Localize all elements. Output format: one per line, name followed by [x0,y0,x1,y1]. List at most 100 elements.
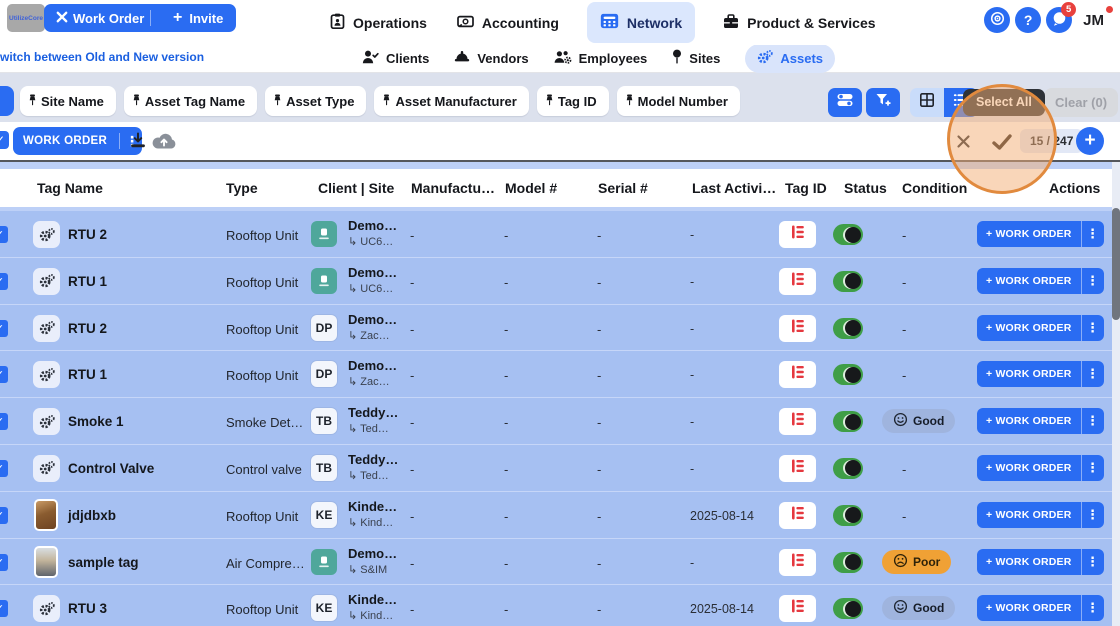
filter-chip-asset-tag-name[interactable]: Asset Tag Name [123,86,258,116]
row-work-order-button[interactable]: + WORK ORDER ⋮ [977,548,1104,575]
row-menu-icon[interactable]: ⋮ [1080,408,1104,435]
status-toggle[interactable] [833,598,863,620]
table-row[interactable]: ✓ RTU 1 Rooftop Unit DP Demo… ↳ Zac… - -… [0,351,1112,399]
row-checkbox[interactable]: ✓ [0,272,8,290]
vertical-scrollbar[interactable] [1112,162,1120,626]
asset-photo[interactable] [34,498,58,531]
nav-item-operations[interactable]: Operations [328,2,429,43]
status-toggle[interactable] [833,224,863,245]
tag-name-cell[interactable]: RTU 2 [68,321,107,336]
row-menu-icon[interactable]: ⋮ [1080,267,1104,294]
row-menu-icon[interactable]: ⋮ [1080,548,1104,575]
target-button[interactable] [984,7,1011,33]
status-toggle[interactable] [833,317,863,339]
tab-assets[interactable]: Assets [745,43,836,73]
work-order-button[interactable]: Work Order ⋮ [44,4,180,32]
table-row[interactable]: ✓ jdjdbxb Rooftop Unit KE Kinde… ↳ Kind…… [0,491,1112,539]
filter-chip-site-name[interactable]: Site Name [20,86,116,116]
row-checkbox[interactable]: ✓ [0,553,8,571]
tag-name-cell[interactable]: Smoke 1 [68,414,124,429]
row-checkbox[interactable]: ✓ [0,319,8,337]
status-toggle[interactable] [833,411,863,433]
tag-id-button[interactable] [779,548,816,576]
grid-view-button[interactable] [910,88,944,117]
row-checkbox[interactable]: ✓ [0,506,8,524]
scrolled-filter-chip[interactable] [0,86,14,116]
tag-id-button[interactable] [779,314,816,342]
tag-id-button[interactable] [779,408,816,436]
table-row[interactable]: ✓ RTU 2 Rooftop Unit DP Demo… ↳ Zac… - -… [0,304,1112,352]
add-filter-button[interactable] [866,88,900,117]
status-toggle[interactable] [833,364,863,386]
user-avatar[interactable]: JM [1077,5,1113,33]
table-row[interactable]: ✓ RTU 2 Rooftop Unit Demo… ↳ UC6… - - - … [0,211,1112,258]
tag-id-button[interactable] [779,595,816,623]
add-asset-button[interactable]: + [1076,127,1104,155]
table-row[interactable]: ✓ Smoke 1 Smoke Det… TB Teddy… ↳ Ted… - … [0,398,1112,445]
tag-name-cell[interactable]: RTU 1 [68,367,107,382]
nav-item-accounting[interactable]: Accounting [455,3,561,43]
row-menu-icon[interactable]: ⋮ [1080,454,1104,481]
table-row[interactable]: ✓ Control Valve Control valve TB Teddy… … [0,444,1112,492]
invite-button[interactable]: + Invite [160,4,237,32]
nav-item-network[interactable]: Network [586,2,696,43]
tag-name-cell[interactable]: jdjdbxb [68,508,116,523]
tag-name-cell[interactable]: RTU 2 [68,227,107,242]
filter-chip-asset-type[interactable]: Asset Type [265,86,367,116]
row-work-order-button[interactable]: + WORK ORDER ⋮ [977,361,1104,388]
row-checkbox[interactable]: ✓ [0,366,8,384]
row-menu-icon[interactable]: ⋮ [1080,501,1104,528]
filter-chip-model-number[interactable]: Model Number [616,86,740,116]
tag-name-cell[interactable]: RTU 3 [68,601,107,616]
tag-name-cell[interactable]: Control Valve [68,461,154,476]
tag-id-button[interactable] [779,454,816,482]
row-work-order-button[interactable]: + WORK ORDER ⋮ [977,314,1104,341]
row-checkbox[interactable]: ✓ [0,226,8,243]
asset-photo[interactable] [34,545,58,578]
tag-name-cell[interactable]: RTU 1 [68,274,107,289]
select-all-check-icon[interactable] [991,133,1013,156]
table-row[interactable]: ✓ RTU 1 Rooftop Unit Demo… ↳ UC6… - - - … [0,257,1112,305]
status-toggle[interactable] [833,457,863,479]
bulk-work-order-button[interactable]: WORK ORDER ⋮ [13,127,143,155]
tag-id-button[interactable] [779,501,816,529]
toggle-filters-button[interactable] [828,88,862,117]
row-work-order-button[interactable]: + WORK ORDER ⋮ [977,501,1104,528]
table-row[interactable]: ✓ sample tag Air Compre… Demo… ↳ S&IM - … [0,538,1112,586]
row-work-order-button[interactable]: + WORK ORDER ⋮ [977,408,1104,435]
tag-id-button[interactable] [779,267,816,295]
status-toggle[interactable] [833,504,863,526]
row-work-order-button[interactable]: + WORK ORDER ⋮ [977,221,1104,247]
cloud-upload-icon[interactable] [151,132,177,155]
row-menu-icon[interactable]: ⋮ [1080,314,1104,341]
row-checkbox[interactable]: ✓ [0,459,8,477]
row-work-order-button[interactable]: + WORK ORDER ⋮ [977,267,1104,294]
filter-chip-asset-manufacturer[interactable]: Asset Manufacturer [374,86,529,116]
tab-sites[interactable]: Sites [672,49,720,67]
chat-button[interactable]: 5 [1046,2,1077,33]
scrollbar-thumb[interactable] [1112,208,1120,320]
help-button[interactable]: ? [1015,7,1042,33]
clear-filters-button[interactable]: Clear (0) [1044,88,1119,117]
tab-vendors[interactable]: Vendors [454,50,529,66]
row-work-order-button[interactable]: + WORK ORDER ⋮ [977,454,1104,481]
version-switch-link[interactable]: witch between Old and New version [0,50,204,64]
tag-name-cell[interactable]: sample tag [68,555,139,570]
tab-clients[interactable]: Clients [362,50,429,67]
status-toggle[interactable] [833,551,863,573]
header-checkbox[interactable]: ✓ [0,131,9,149]
status-toggle[interactable] [833,270,863,292]
row-checkbox[interactable]: ✓ [0,600,8,618]
tab-employees[interactable]: Employees [554,50,647,67]
row-work-order-button[interactable]: + WORK ORDER ⋮ [977,595,1104,622]
tag-id-button[interactable] [779,361,816,389]
row-checkbox[interactable]: ✓ [0,413,8,431]
nav-item-product-services[interactable]: Product & Services [721,3,877,43]
row-menu-icon[interactable]: ⋮ [1080,361,1104,388]
close-icon[interactable] [956,134,971,154]
app-logo[interactable]: UtilizeCore [7,4,45,32]
download-icon[interactable] [130,132,146,154]
table-row[interactable]: ✓ RTU 3 Rooftop Unit KE Kinde… ↳ Kind… -… [0,585,1112,626]
filter-chip-tag-id[interactable]: Tag ID [536,86,609,116]
row-menu-icon[interactable]: ⋮ [1080,595,1104,622]
